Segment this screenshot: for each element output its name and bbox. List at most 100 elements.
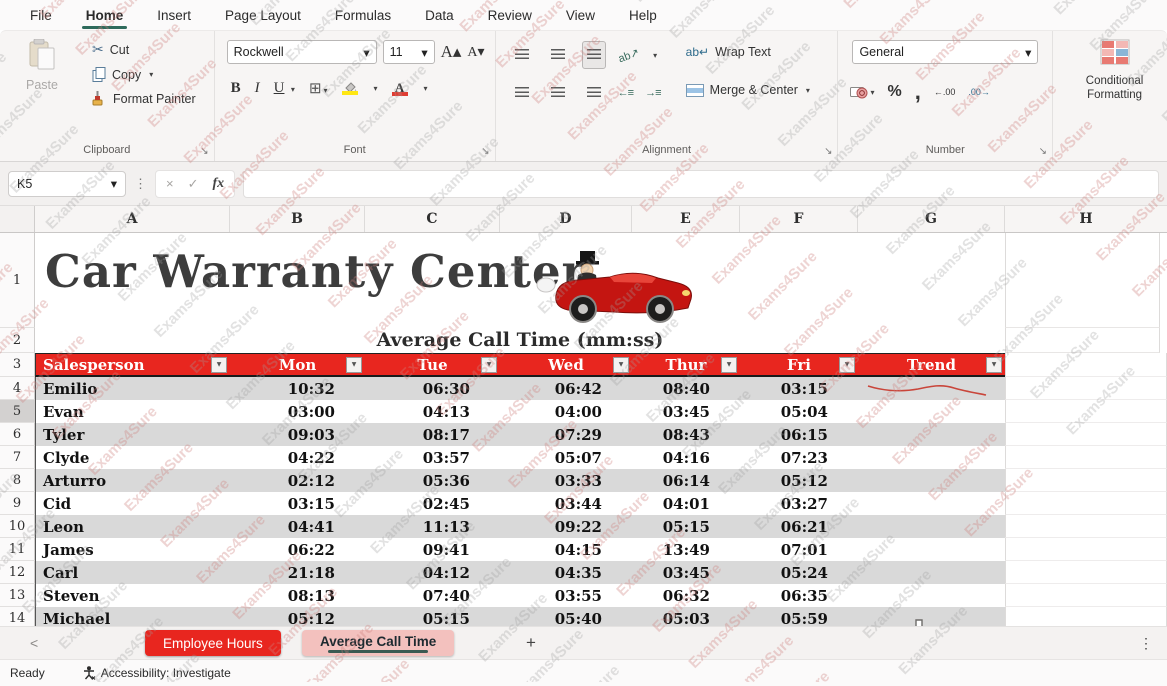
decrease-indent-button[interactable]: ←≡: [618, 87, 633, 99]
tue-time-cell[interactable]: 05:36: [365, 469, 500, 492]
empty-cell-H1[interactable]: [1005, 233, 1160, 328]
tue-time-cell[interactable]: 08:17: [365, 423, 500, 446]
tue-time-cell[interactable]: 09:41: [365, 538, 500, 561]
wed-time-cell[interactable]: 03:33: [500, 469, 632, 492]
wed-time-cell[interactable]: 06:42: [500, 377, 632, 400]
thur-time-cell[interactable]: 08:40: [632, 377, 740, 400]
thur-time-cell[interactable]: 04:01: [632, 492, 740, 515]
wed-time-cell[interactable]: 07:29: [500, 423, 632, 446]
format-painter-button[interactable]: Format Painter: [92, 91, 196, 106]
table-header-fri[interactable]: Fri▼: [740, 353, 858, 377]
trend-cell[interactable]: [858, 607, 1005, 626]
fri-time-cell[interactable]: 06:21: [740, 515, 858, 538]
mon-time-cell[interactable]: 05:12: [230, 607, 365, 626]
empty-cell-H11[interactable]: [1005, 538, 1167, 561]
row-number-5[interactable]: 5: [0, 400, 35, 423]
trend-cell[interactable]: [858, 400, 1005, 423]
align-center-button[interactable]: [546, 79, 570, 107]
column-header-C[interactable]: C: [365, 206, 500, 232]
chevron-down-icon[interactable]: ▾: [374, 84, 378, 93]
more-options-icon[interactable]: ⋮: [134, 176, 147, 192]
more-icon[interactable]: ⋮: [1139, 635, 1153, 652]
increase-indent-button[interactable]: →≡: [645, 87, 660, 99]
tab-help[interactable]: Help: [627, 4, 659, 27]
chevron-down-icon[interactable]: ▾: [653, 51, 657, 60]
name-box[interactable]: K5 ▾: [8, 171, 126, 197]
wed-time-cell[interactable]: 04:15: [500, 538, 632, 561]
salesperson-cell[interactable]: Emilio: [35, 377, 230, 400]
row-number-4[interactable]: 4: [0, 377, 35, 400]
tab-formulas[interactable]: Formulas: [333, 4, 393, 27]
empty-cell-H3[interactable]: [1005, 353, 1167, 377]
row-number-14[interactable]: 14: [0, 607, 35, 626]
filter-dropdown-button[interactable]: ▼: [346, 357, 362, 373]
align-middle-button[interactable]: [546, 41, 570, 69]
empty-cell-H13[interactable]: [1005, 584, 1167, 607]
sheet-title-cell[interactable]: Car Warranty Center: [45, 245, 586, 298]
font-color-button[interactable]: A: [392, 81, 408, 96]
salesperson-cell[interactable]: Arturro: [35, 469, 230, 492]
column-header-D[interactable]: D: [500, 206, 632, 232]
conditional-formatting-button[interactable]: Conditional Formatting: [1067, 39, 1162, 103]
mon-time-cell[interactable]: 21:18: [230, 561, 365, 584]
fri-time-cell[interactable]: 05:04: [740, 400, 858, 423]
wed-time-cell[interactable]: 05:07: [500, 446, 632, 469]
empty-cell-H5[interactable]: [1005, 400, 1167, 423]
chevron-down-icon[interactable]: ▾: [424, 84, 428, 93]
merge-center-button[interactable]: Merge & Center ▾: [686, 83, 810, 97]
percent-style-button[interactable]: %: [887, 83, 901, 101]
empty-cell-H12[interactable]: [1005, 561, 1167, 584]
filter-dropdown-button[interactable]: ▼: [986, 357, 1002, 373]
tue-time-cell[interactable]: 11:13: [365, 515, 500, 538]
mon-time-cell[interactable]: 04:22: [230, 446, 365, 469]
filter-dropdown-button[interactable]: ▼: [839, 357, 855, 373]
salesperson-cell[interactable]: Michael: [35, 607, 230, 626]
previous-sheet-icon[interactable]: <: [30, 635, 38, 651]
bold-button[interactable]: B: [231, 80, 241, 97]
fri-time-cell[interactable]: 05:59: [740, 607, 858, 626]
empty-cell-H8[interactable]: [1005, 469, 1167, 492]
filter-dropdown-button[interactable]: ▼: [613, 357, 629, 373]
thur-time-cell[interactable]: 05:03: [632, 607, 740, 626]
paste-button[interactable]: Paste: [26, 39, 58, 92]
mon-time-cell[interactable]: 03:15: [230, 492, 365, 515]
thur-time-cell[interactable]: 03:45: [632, 400, 740, 423]
new-sheet-icon[interactable]: +: [526, 633, 536, 653]
mon-time-cell[interactable]: 08:13: [230, 584, 365, 607]
wed-time-cell[interactable]: 05:40: [500, 607, 632, 626]
trend-cell[interactable]: [858, 492, 1005, 515]
fill-color-button[interactable]: [342, 82, 358, 95]
wrap-text-button[interactable]: ab↵ Wrap Text: [686, 45, 771, 59]
mon-time-cell[interactable]: 06:22: [230, 538, 365, 561]
decrease-decimal-button[interactable]: .00→: [968, 87, 990, 97]
enter-button[interactable]: ✓: [188, 176, 199, 192]
trend-cell[interactable]: [858, 446, 1005, 469]
font-dialog-launcher[interactable]: ↘: [481, 146, 489, 157]
table-header-trend[interactable]: Trend▼: [858, 353, 1005, 377]
tab-home[interactable]: Home: [84, 4, 126, 27]
align-top-button[interactable]: [510, 41, 534, 69]
wed-time-cell[interactable]: 04:00: [500, 400, 632, 423]
row-number-3[interactable]: 3: [0, 353, 35, 377]
number-dialog-launcher[interactable]: ↘: [1039, 146, 1047, 157]
wed-time-cell[interactable]: 09:22: [500, 515, 632, 538]
table-header-thur[interactable]: Thur▼: [632, 353, 740, 377]
clipboard-dialog-launcher[interactable]: ↘: [200, 146, 208, 157]
empty-cell-H6[interactable]: [1005, 423, 1167, 446]
mon-time-cell[interactable]: 02:12: [230, 469, 365, 492]
sheet-tab-average-call-time[interactable]: Average Call Time: [302, 630, 454, 656]
row-number-11[interactable]: 11: [0, 538, 35, 561]
tue-time-cell[interactable]: 06:30: [365, 377, 500, 400]
fri-time-cell[interactable]: 06:35: [740, 584, 858, 607]
trend-cell[interactable]: [858, 377, 1005, 400]
fri-time-cell[interactable]: 03:27: [740, 492, 858, 515]
cut-button[interactable]: ✂ Cut: [92, 41, 196, 58]
fri-time-cell[interactable]: 03:15: [740, 377, 858, 400]
tue-time-cell[interactable]: 03:57: [365, 446, 500, 469]
alignment-dialog-launcher[interactable]: ↘: [824, 146, 832, 157]
column-header-H[interactable]: H: [1005, 206, 1167, 232]
salesperson-cell[interactable]: Cid: [35, 492, 230, 515]
tab-file[interactable]: File: [28, 4, 54, 27]
accessibility-status[interactable]: Accessibility: Investigate: [83, 666, 231, 680]
table-header-salesperson[interactable]: Salesperson▼: [35, 353, 230, 377]
